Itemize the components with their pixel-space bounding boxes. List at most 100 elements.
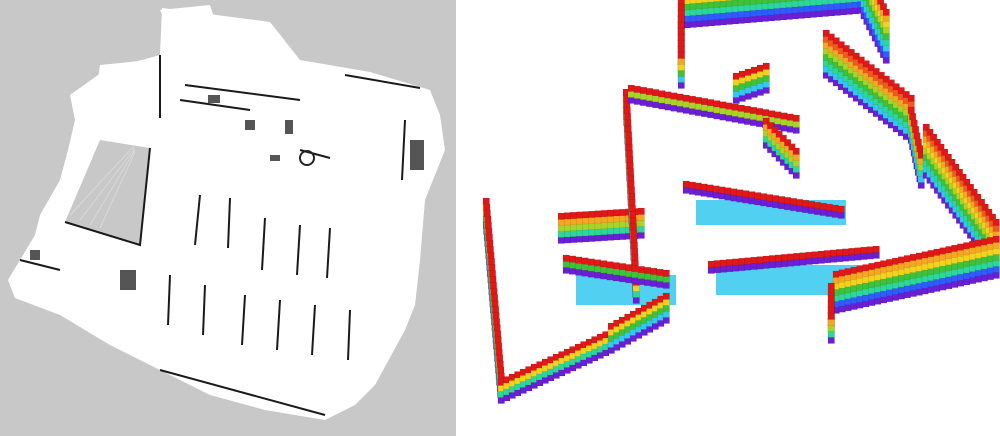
voxel (497, 366, 505, 374)
voxel (762, 80, 770, 88)
voxel (850, 278, 858, 286)
voxel (909, 259, 917, 267)
voxel (637, 231, 645, 239)
voxel (969, 258, 977, 266)
voxel (562, 266, 570, 274)
voxel (780, 124, 788, 132)
voxel (725, 17, 733, 25)
voxel (563, 230, 571, 238)
voxel (933, 284, 941, 292)
voxel (784, 203, 792, 211)
voxel (627, 186, 635, 194)
voxel (838, 275, 846, 283)
voxel (992, 224, 1000, 232)
voxel (677, 21, 685, 29)
voxel (587, 264, 595, 272)
voxel (778, 202, 786, 210)
voxel (838, 299, 846, 307)
voxel (629, 223, 637, 231)
voxel (689, 0, 697, 4)
voxel (963, 278, 971, 286)
voxel (815, 10, 823, 18)
voxel (719, 12, 727, 20)
voxel (706, 190, 714, 198)
voxel (707, 105, 715, 113)
voxel (707, 0, 715, 3)
voxel (787, 253, 795, 261)
voxel (851, 7, 859, 15)
voxel (951, 280, 959, 288)
voxel (797, 11, 805, 19)
voxel (707, 1, 715, 9)
voxel (677, 3, 685, 11)
voxel (886, 277, 894, 285)
voxel (933, 248, 941, 256)
voxel (613, 215, 621, 223)
voxel (707, 13, 715, 21)
voxel (713, 260, 721, 268)
voxel (933, 254, 941, 262)
voxel (827, 336, 835, 344)
voxel (951, 262, 959, 270)
voxel (844, 280, 852, 288)
voxel (844, 286, 852, 294)
voxel (742, 190, 750, 198)
voxel (792, 153, 800, 161)
voxel (957, 249, 965, 257)
voxel (825, 203, 833, 211)
voxel (939, 265, 947, 273)
voxel (701, 7, 709, 15)
voxel (862, 264, 870, 272)
voxel (658, 96, 666, 104)
voxel (676, 99, 684, 107)
voxel (754, 192, 762, 200)
voxel (619, 263, 627, 271)
voxel (557, 212, 565, 220)
voxel (594, 210, 602, 218)
voxel (712, 185, 720, 193)
voxel (791, 0, 799, 8)
voxel (845, 1, 853, 9)
voxel (570, 235, 578, 243)
voxel (662, 292, 670, 300)
voxel (688, 107, 696, 115)
voxel (839, 8, 847, 16)
voxel (762, 62, 770, 70)
voxel (779, 7, 787, 15)
voxel (750, 72, 758, 80)
voxel (701, 0, 709, 3)
voxel (882, 20, 890, 28)
voxel (827, 294, 835, 302)
voxel (762, 109, 770, 117)
voxel (915, 270, 923, 278)
voxel (773, 0, 781, 3)
voxel (809, 10, 817, 18)
voxel (756, 88, 764, 96)
voxel (658, 90, 666, 98)
voxel (813, 207, 821, 215)
voxel (644, 272, 652, 280)
voxel (868, 292, 876, 300)
voxel (613, 227, 621, 235)
voxel (594, 271, 602, 279)
voxel (787, 259, 795, 267)
voxel (570, 211, 578, 219)
voxel (494, 330, 502, 338)
voxel (825, 209, 833, 217)
voxel (882, 38, 890, 46)
voxel (650, 279, 658, 287)
voxel (736, 189, 744, 197)
voxel (612, 262, 620, 270)
voxel (774, 260, 782, 268)
voxel (670, 92, 678, 100)
voxel (939, 247, 947, 255)
voxel (882, 44, 890, 52)
voxel (821, 3, 829, 11)
voxel (762, 68, 770, 76)
voxel (827, 9, 835, 17)
voxel (838, 281, 846, 289)
voxel (732, 96, 740, 104)
voxel (563, 224, 571, 232)
voxel (557, 218, 565, 226)
voxel (670, 98, 678, 106)
